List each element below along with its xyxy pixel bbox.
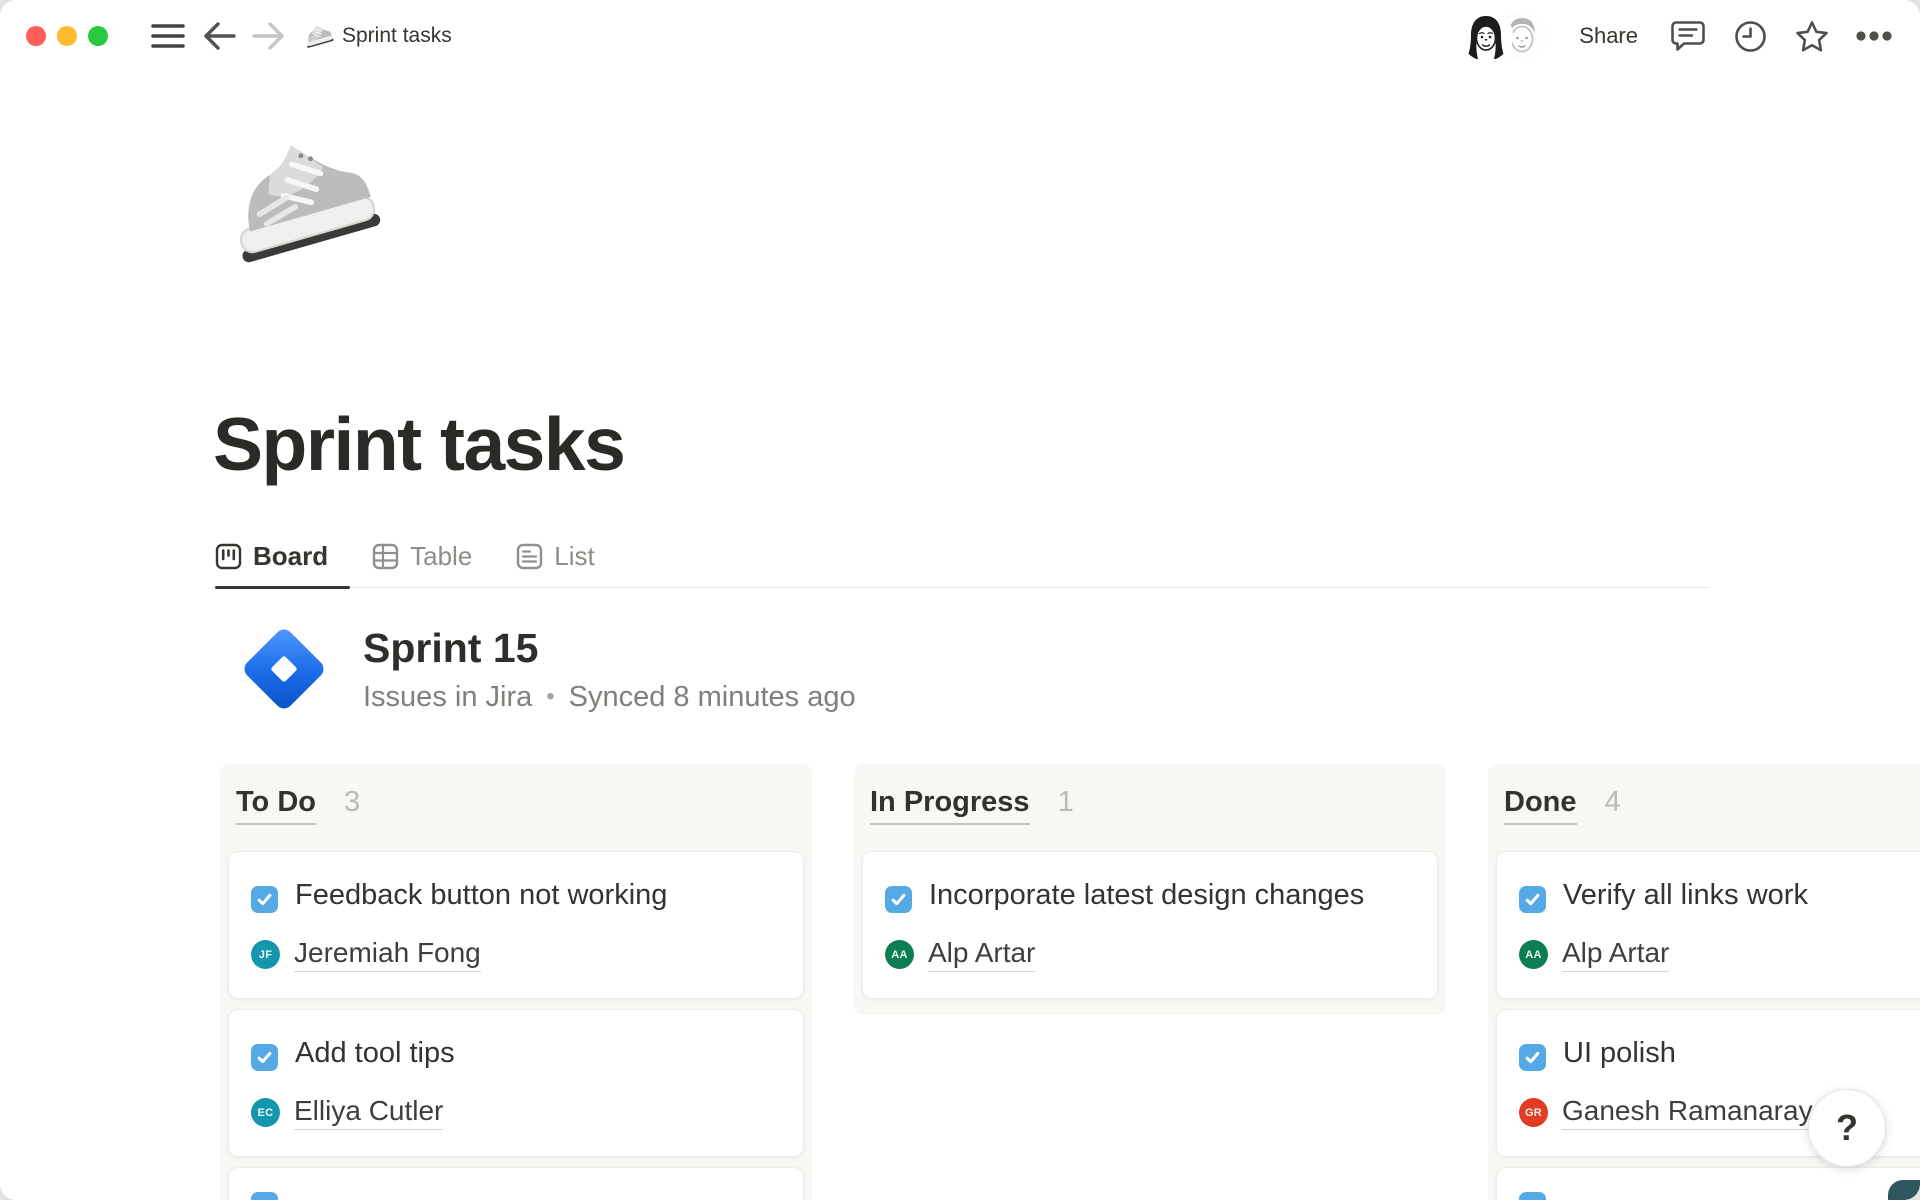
card-title-row: Verify all links work [1519, 876, 1920, 915]
card-title-row: Incorporate latest design changes [885, 876, 1415, 915]
card-title: UI polish [1563, 1037, 1676, 1069]
arrow-left-icon [203, 21, 237, 51]
tab-table[interactable]: Table [372, 541, 494, 587]
checked-checkbox-icon[interactable] [251, 886, 278, 913]
comment-bubble-icon [1671, 20, 1705, 52]
checked-checkbox-icon[interactable] [1519, 1192, 1546, 1200]
share-button[interactable]: Share [1579, 23, 1638, 49]
topbar: Sprint tasks [0, 0, 1920, 72]
tab-list-label: List [554, 541, 594, 572]
page-icon-small-sneaker [302, 20, 334, 52]
card-title: Feedback button not working [295, 879, 667, 911]
breadcrumb-page-title[interactable]: Sprint tasks [342, 24, 452, 48]
card-title-row: Feedback button not working [251, 876, 781, 915]
column-name[interactable]: Done [1504, 786, 1577, 825]
card-title: Add tool tips [295, 1037, 455, 1069]
assignee-name[interactable]: Jeremiah Fong [294, 937, 481, 972]
assignee-row: JF Jeremiah Fong [251, 937, 781, 972]
card-list: Feedback button not working JF Jeremiah … [228, 851, 804, 1200]
card-title-row: UI polish [1519, 1034, 1920, 1073]
card-title: Incorporate latest design changes [929, 879, 1364, 911]
assignee-row: AA Alp Artar [885, 937, 1415, 972]
sprint-meta: Issues in Jira • Synced 8 minutes ago [363, 681, 856, 714]
forward-button[interactable] [248, 16, 288, 56]
card-list: Incorporate latest design changes AA Alp… [862, 851, 1438, 999]
meta-separator: • [546, 683, 554, 711]
column-count: 1 [1058, 786, 1074, 819]
ellipsis-icon [1856, 30, 1892, 42]
column-header: Done 4 [1504, 786, 1920, 825]
card-title-row [1519, 1192, 1920, 1200]
table-view-icon [372, 543, 399, 570]
star-icon [1795, 20, 1829, 53]
tab-board-label: Board [253, 541, 328, 572]
comments-button[interactable] [1668, 16, 1708, 56]
corner-widget[interactable] [1888, 1180, 1920, 1200]
assignee-name[interactable]: Alp Artar [928, 937, 1035, 972]
assignee-avatar: EC [251, 1098, 280, 1127]
column-count: 4 [1605, 786, 1621, 819]
task-card[interactable]: Feedback button not working JF Jeremiah … [228, 851, 804, 999]
close-window-button[interactable] [26, 26, 46, 46]
checked-checkbox-icon[interactable] [1519, 886, 1546, 913]
card-title-row: Add tool tips [251, 1034, 781, 1073]
notion-window: Sprint tasks [0, 0, 1920, 1200]
board-view-icon [215, 543, 242, 570]
assignee-row: AA Alp Artar [1519, 937, 1920, 972]
board-columns: To Do 3 Feedback button not working JF J… [0, 764, 1920, 1200]
page-title: Sprint tasks [213, 401, 1920, 487]
checked-checkbox-icon[interactable] [251, 1192, 278, 1200]
task-card[interactable]: Incorporate latest design changes AA Alp… [862, 851, 1438, 999]
column-name[interactable]: In Progress [870, 786, 1030, 825]
back-button[interactable] [200, 16, 240, 56]
favorite-button[interactable] [1792, 16, 1832, 56]
column-header: In Progress 1 [870, 786, 1438, 825]
help-button[interactable]: ? [1808, 1089, 1886, 1167]
sprint-synced: Synced 8 minutes ago [569, 681, 856, 714]
board-column: To Do 3 Feedback button not working JF J… [220, 764, 812, 1200]
column-count: 3 [344, 786, 360, 819]
view-tabs: Board Table List [215, 541, 1710, 588]
more-options-button[interactable] [1854, 16, 1894, 56]
column-name[interactable]: To Do [236, 786, 316, 825]
hamburger-icon [151, 23, 185, 49]
assignee-name[interactable]: Alp Artar [1562, 937, 1669, 972]
presence-avatars[interactable] [1461, 10, 1551, 62]
updates-button[interactable] [1730, 16, 1770, 56]
sidebar-toggle-button[interactable] [148, 16, 188, 56]
card-title-row [251, 1192, 781, 1200]
assignee-name[interactable]: Elliya Cutler [294, 1095, 443, 1130]
sprint-title[interactable]: Sprint 15 [363, 625, 856, 672]
tab-board[interactable]: Board [215, 541, 350, 587]
linked-database-header: Sprint 15 Issues in Jira • Synced 8 minu… [233, 618, 1920, 720]
task-card[interactable] [1496, 1167, 1920, 1200]
task-card[interactable]: Verify all links work AA Alp Artar [1496, 851, 1920, 999]
tab-list[interactable]: List [516, 541, 616, 587]
minimize-window-button[interactable] [57, 26, 77, 46]
checked-checkbox-icon[interactable] [1519, 1044, 1546, 1071]
column-header: To Do 3 [236, 786, 804, 825]
card-title: Verify all links work [1563, 879, 1808, 911]
page-icon-sneaker[interactable] [215, 116, 383, 284]
board-column: In Progress 1 Incorporate latest design … [854, 764, 1446, 1015]
sprint-source: Issues in Jira [363, 681, 532, 714]
assignee-row: EC Elliya Cutler [251, 1095, 781, 1130]
tab-table-label: Table [410, 541, 472, 572]
clock-icon [1734, 20, 1767, 53]
assignee-avatar: AA [1519, 940, 1548, 969]
task-card[interactable] [228, 1167, 804, 1200]
checked-checkbox-icon[interactable] [885, 886, 912, 913]
zoom-window-button[interactable] [88, 26, 108, 46]
assignee-avatar: GR [1519, 1098, 1548, 1127]
task-card[interactable]: Add tool tips EC Elliya Cutler [228, 1009, 804, 1157]
window-controls [26, 26, 108, 46]
assignee-avatar: AA [885, 940, 914, 969]
assignee-avatar: JF [251, 940, 280, 969]
checked-checkbox-icon[interactable] [251, 1044, 278, 1071]
list-view-icon [516, 543, 543, 570]
arrow-right-icon [251, 21, 285, 51]
avatar-woman-sketch [1461, 11, 1511, 61]
jira-logo-icon [233, 618, 335, 720]
